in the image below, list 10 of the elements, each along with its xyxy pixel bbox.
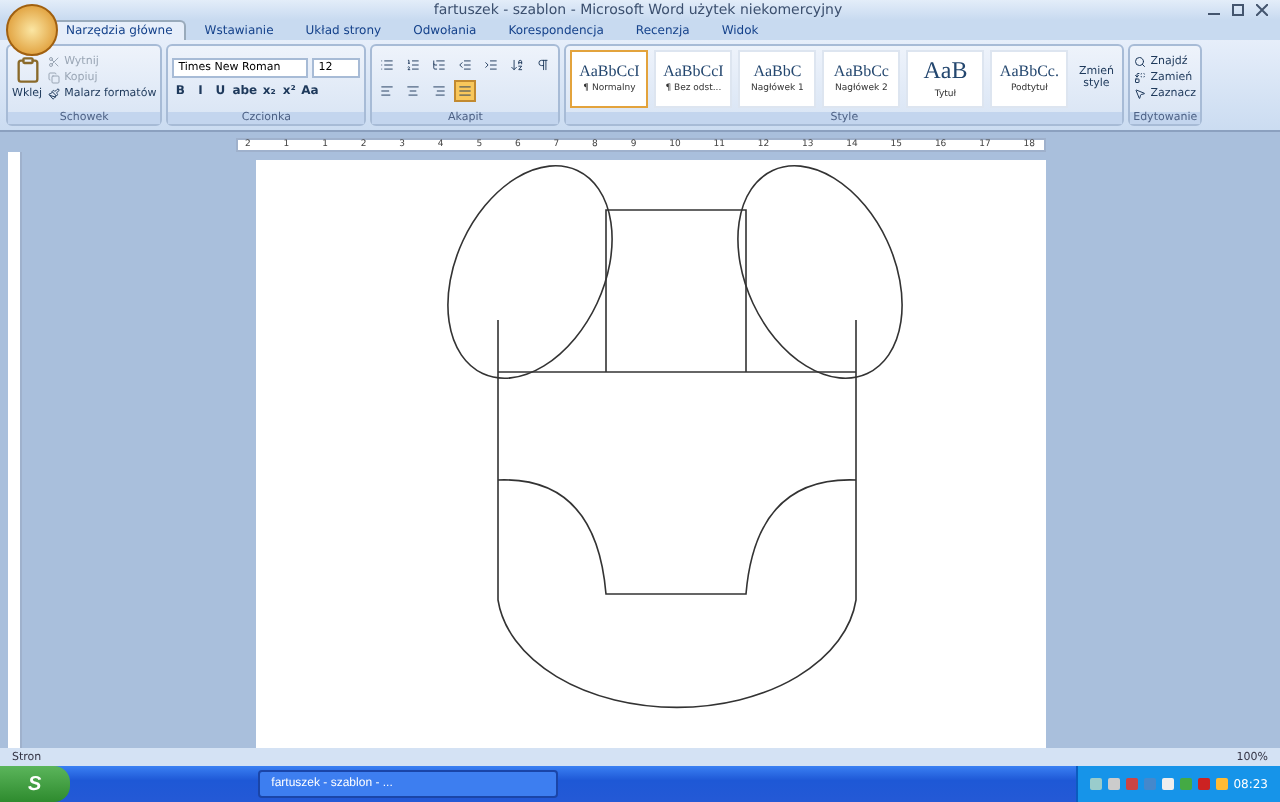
close-icon[interactable]	[1256, 3, 1268, 16]
maximize-icon[interactable]	[1232, 3, 1244, 16]
office-button[interactable]	[6, 4, 58, 56]
paintbrush-icon	[48, 88, 61, 101]
cursor-icon	[1134, 88, 1147, 101]
copy-icon	[48, 72, 61, 85]
search-icon	[1134, 56, 1147, 69]
align-icon[interactable]	[454, 80, 477, 103]
scissors-icon	[48, 56, 61, 69]
clipboard-icon	[13, 56, 42, 85]
